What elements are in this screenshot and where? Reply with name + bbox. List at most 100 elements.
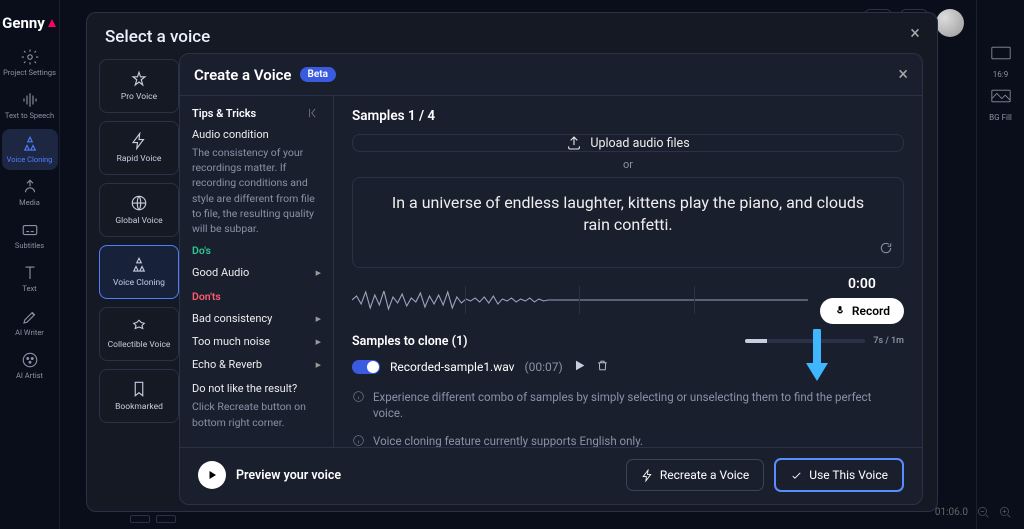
zoom-out-icon[interactable] (976, 505, 990, 519)
right-rail: 16:9 BG Fill (976, 0, 1024, 529)
close-create-panel[interactable]: × (898, 64, 908, 85)
left-rail: Genny Project Settings Text to Speech Vo… (0, 0, 60, 529)
zoom-in-icon[interactable] (998, 505, 1012, 519)
aspect-ratio: 16:9 (993, 70, 1008, 79)
record-timer: 0:00 (848, 276, 876, 292)
progress-wrap: 7s / 1m (745, 336, 904, 346)
tips-sidebar: Tips & Tricks Audio condition The consis… (180, 96, 334, 447)
info-text: Voice cloning feature currently supports… (373, 433, 643, 447)
rail-label: Media (19, 199, 40, 207)
progress-text: 7s / 1m (873, 336, 904, 346)
tip-bad-consistency[interactable]: Bad consistency (192, 307, 321, 330)
vc-label: Rapid Voice (117, 154, 162, 164)
refresh-text-button[interactable] (879, 240, 893, 259)
recreate-label: Recreate a Voice (660, 468, 749, 482)
bolt-icon (641, 469, 654, 482)
rail-tts[interactable]: Text to Speech (2, 85, 58, 126)
vc-label: Voice Cloning (113, 278, 165, 288)
voice-cat-bookmarked[interactable]: Bookmarked (99, 369, 179, 423)
select-voice-modal: Select a voice × Pro Voice Rapid Voice G… (86, 12, 938, 512)
sample-item: Recorded-sample1.wav (00:07) (352, 355, 904, 383)
rail-subtitles[interactable]: Subtitles (2, 215, 58, 256)
tips-header[interactable]: Tips & Tricks (192, 106, 321, 120)
preview-label: Preview your voice (236, 468, 341, 483)
samples-to-clone-header: Samples to clone (1) 7s / 1m (352, 334, 904, 349)
waveform (352, 286, 808, 314)
read-aloud-box: In a universe of endless laughter, kitte… (352, 177, 904, 268)
play-sample-button[interactable] (573, 359, 586, 375)
voice-cat-cloning[interactable]: Voice Cloning (99, 245, 179, 299)
aspect-icon[interactable] (991, 46, 1011, 60)
rail-label: Project Settings (3, 69, 56, 77)
vc-label: Pro Voice (121, 92, 157, 102)
info-icon (352, 390, 365, 403)
vc-label: Collectible Voice (108, 340, 171, 350)
record-button[interactable]: Record (820, 298, 904, 324)
donts-label: Don'ts (192, 290, 321, 303)
waveform-row: 0:00 Record (352, 276, 904, 324)
tip-label: Good Audio (192, 266, 249, 279)
upload-label: Upload audio files (590, 136, 689, 151)
rail-ai-writer[interactable]: AI Writer (2, 302, 58, 343)
create-panel-footer: Preview your voice Recreate a Voice Use … (180, 447, 922, 504)
sample-filename: Recorded-sample1.wav (390, 360, 515, 374)
rail-ai-artist[interactable]: AI Artist (2, 345, 58, 386)
tips-title: Tips & Tricks (192, 107, 256, 120)
brand-logo: Genny (2, 14, 57, 32)
vc-label: Bookmarked (115, 402, 163, 412)
create-voice-panel: Create a Voice Beta × Tips & Tricks Audi… (179, 53, 923, 505)
zoom-controls: 01:06.0 (935, 505, 1012, 519)
rail-project-settings[interactable]: Project Settings (2, 42, 58, 83)
tip-echo-reverb[interactable]: Echo & Reverb (192, 353, 321, 376)
progress-bar (745, 339, 865, 343)
beta-badge: Beta (300, 67, 336, 82)
create-panel-header: Create a Voice Beta × (180, 54, 922, 96)
collapse-icon (307, 106, 321, 120)
rail-voice-cloning[interactable]: Voice Cloning (2, 129, 58, 170)
use-label: Use This Voice (809, 468, 888, 482)
info-combo: Experience different combo of samples by… (352, 383, 904, 427)
check-icon (790, 469, 803, 482)
use-this-voice-button[interactable]: Use This Voice (774, 458, 904, 492)
record-controls: 0:00 Record (820, 276, 904, 324)
or-divider: or (352, 158, 904, 171)
create-panel-body: Tips & Tricks Audio condition The consis… (180, 96, 922, 447)
bg-icon[interactable] (991, 89, 1011, 103)
rail-media[interactable]: Media (2, 172, 58, 213)
rail-label: Text (22, 285, 36, 293)
recreate-voice-button[interactable]: Recreate a Voice (626, 459, 764, 491)
close-outer-modal[interactable]: × (905, 23, 925, 43)
sample-duration: (00:07) (525, 360, 563, 374)
upload-audio-button[interactable]: Upload audio files (352, 134, 904, 152)
audio-condition-body: The consistency of your recordings matte… (192, 145, 321, 236)
voice-cat-rapid[interactable]: Rapid Voice (99, 121, 179, 175)
delete-sample-button[interactable] (596, 359, 609, 375)
not-like-title: Do not like the result? (192, 382, 321, 395)
timeline-time: 01:06.0 (935, 507, 968, 518)
brand-text: Genny (2, 14, 45, 32)
user-avatar[interactable] (936, 9, 964, 37)
tip-too-much-noise[interactable]: Too much noise (192, 330, 321, 353)
voice-cat-global[interactable]: Global Voice (99, 183, 179, 237)
voice-category-list: Pro Voice Rapid Voice Global Voice Voice… (99, 59, 179, 423)
preview-voice-button[interactable]: Preview your voice (198, 461, 341, 489)
timeline-thumbs (130, 515, 176, 523)
voice-cat-pro[interactable]: Pro Voice (99, 59, 179, 113)
tip-label: Bad consistency (192, 312, 272, 325)
tip-good-audio[interactable]: Good Audio (192, 261, 321, 284)
dos-label: Do's (192, 244, 321, 257)
read-aloud-text: In a universe of endless laughter, kitte… (387, 192, 869, 237)
tip-label: Too much noise (192, 335, 270, 348)
samples-count: Samples 1 / 4 (352, 108, 904, 124)
sample-toggle[interactable] (352, 360, 380, 374)
samples-area: Samples 1 / 4 Upload audio files or In a… (334, 96, 922, 447)
audio-condition-title: Audio condition (192, 128, 321, 141)
clone-label: Samples to clone (1) (352, 334, 468, 349)
voice-cat-collectible[interactable]: Collectible Voice (99, 307, 179, 361)
tip-label: Echo & Reverb (192, 358, 262, 371)
rail-text[interactable]: Text (2, 258, 58, 299)
rail-label: AI Writer (15, 329, 44, 337)
info-text: Experience different combo of samples by… (373, 389, 904, 421)
recreate-hint: Click Recreate button on bottom right co… (192, 399, 321, 429)
record-label: Record (852, 304, 890, 318)
